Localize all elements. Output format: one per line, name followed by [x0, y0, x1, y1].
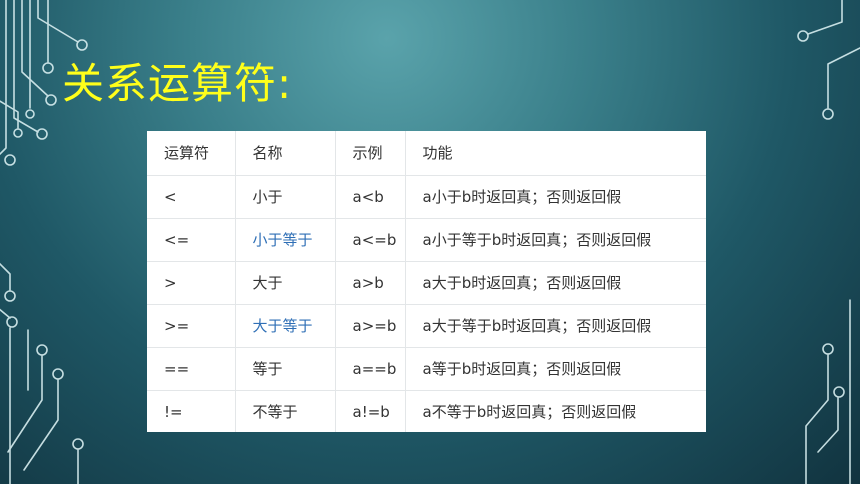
cell-name: 小于: [235, 175, 336, 219]
header-operator: 运算符: [147, 131, 236, 176]
cell-example: a<b: [335, 175, 406, 219]
cell-function: a小于等于b时返回真；否则返回假: [405, 218, 706, 262]
operator-table: 运算符 名称 示例 功能 < 小于 a<b a小于b时返回真；否则返回假 <= …: [147, 131, 706, 432]
slide-title: 关系运算符:: [62, 59, 293, 108]
operator-table-card: 运算符 名称 示例 功能 < 小于 a<b a小于b时返回真；否则返回假 <= …: [147, 131, 706, 432]
table-row: == 等于 a==b a等于b时返回真；否则返回假: [147, 347, 706, 391]
cell-function: a等于b时返回真；否则返回假: [405, 347, 706, 391]
cell-name-link[interactable]: 大于等于: [235, 304, 336, 348]
table-row: != 不等于 a!=b a不等于b时返回真；否则返回假: [147, 390, 706, 432]
cell-name: 等于: [235, 347, 336, 391]
cell-operator: >=: [147, 304, 236, 348]
table-row: <= 小于等于 a<=b a小于等于b时返回真；否则返回假: [147, 218, 706, 262]
table-row: > 大于 a>b a大于b时返回真；否则返回假: [147, 261, 706, 305]
cell-example: a==b: [335, 347, 406, 391]
header-name: 名称: [235, 131, 336, 176]
cell-function: a小于b时返回真；否则返回假: [405, 175, 706, 219]
cell-operator: !=: [147, 390, 236, 432]
cell-operator: >: [147, 261, 236, 305]
cell-example: a>=b: [335, 304, 406, 348]
cell-name: 大于: [235, 261, 336, 305]
table-row: >= 大于等于 a>=b a大于等于b时返回真；否则返回假: [147, 304, 706, 348]
cell-example: a<=b: [335, 218, 406, 262]
table-row: < 小于 a<b a小于b时返回真；否则返回假: [147, 175, 706, 219]
header-function: 功能: [405, 131, 706, 176]
table-header-row: 运算符 名称 示例 功能: [147, 131, 706, 176]
cell-name-link[interactable]: 小于等于: [235, 218, 336, 262]
cell-name: 不等于: [235, 390, 336, 432]
cell-operator: <: [147, 175, 236, 219]
header-example: 示例: [335, 131, 406, 176]
cell-function: a不等于b时返回真；否则返回假: [422, 403, 637, 422]
cell-function: a大于等于b时返回真；否则返回假: [405, 304, 706, 348]
cell-operator: ==: [147, 347, 236, 391]
cell-operator: <=: [147, 218, 236, 262]
slide: 关系运算符: 运算符 名称 示例 功能 < 小于 a<b a小于b时返回真；否则…: [0, 0, 860, 484]
cell-example: a!=b: [335, 390, 406, 432]
cell-function: a大于b时返回真；否则返回假: [405, 261, 706, 305]
cell-example: a>b: [335, 261, 406, 305]
